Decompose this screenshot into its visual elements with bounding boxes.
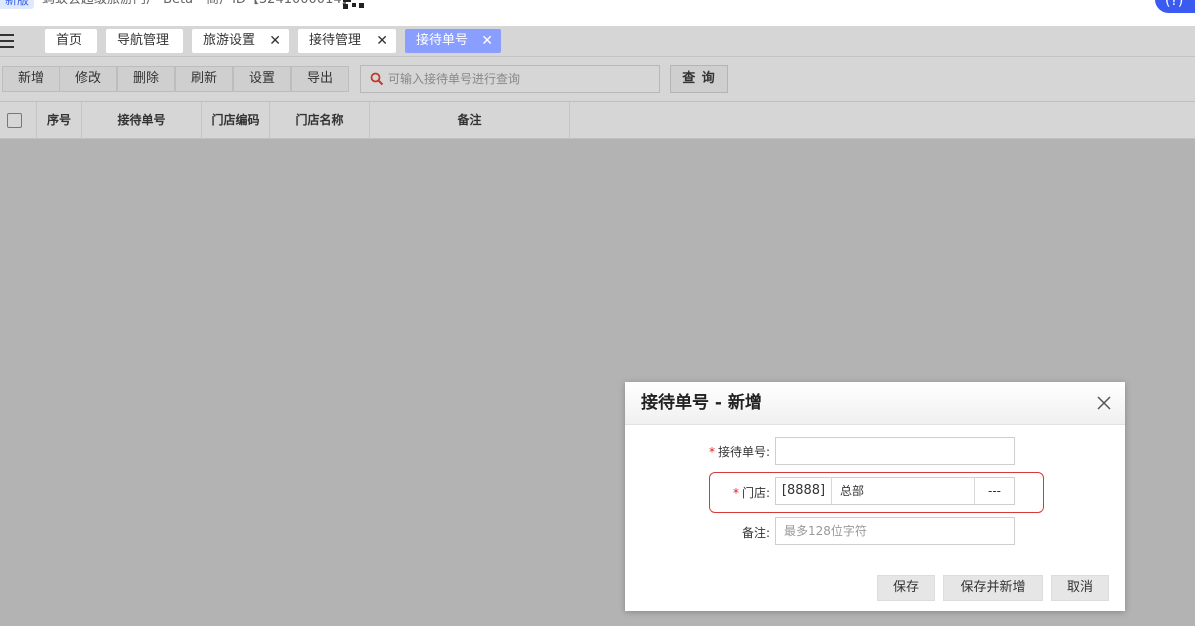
version-badge[interactable]: 新版 bbox=[0, 0, 35, 9]
settings-button[interactable]: 设置 bbox=[233, 66, 291, 92]
save-button[interactable]: 保存 bbox=[877, 575, 935, 601]
query-button[interactable]: 查 询 bbox=[670, 65, 728, 93]
column-header-receipt-no[interactable]: 接待单号 bbox=[82, 102, 202, 139]
column-header-store-name[interactable]: 门店名称 bbox=[270, 102, 370, 139]
refresh-button[interactable]: 刷新 bbox=[175, 66, 233, 92]
store-label-text: 门店: bbox=[741, 486, 770, 500]
cancel-button[interactable]: 取消 bbox=[1051, 575, 1109, 601]
tab-label: 接待单号 bbox=[416, 33, 469, 48]
receipt-no-input[interactable] bbox=[775, 437, 1015, 465]
remark-input[interactable]: 最多128位字符 bbox=[775, 517, 1015, 545]
select-all-checkbox[interactable] bbox=[7, 113, 22, 128]
close-icon[interactable]: ✕ bbox=[481, 29, 493, 53]
search-icon bbox=[370, 72, 384, 86]
help-pill[interactable]: (?) bbox=[1155, 0, 1195, 13]
receipt-no-label: * 接待单号: bbox=[709, 443, 770, 460]
tab-bar: 首页 导航管理 旅游设置 ✕ 接待管理 ✕ 接待单号 ✕ bbox=[0, 26, 1195, 57]
table-header: 序号 接待单号 门店编码 门店名称 备注 bbox=[0, 101, 1195, 139]
tab-nav-manage[interactable]: 导航管理 bbox=[106, 29, 183, 53]
save-and-new-button[interactable]: 保存并新增 bbox=[943, 575, 1043, 601]
toolbar: 新增 修改 删除 刷新 设置 导出 可输入接待单号进行查询 查 询 bbox=[0, 57, 1195, 101]
store-name: 总部 bbox=[840, 484, 865, 498]
search-placeholder: 可输入接待单号进行查询 bbox=[388, 72, 521, 86]
tab-travel-settings[interactable]: 旅游设置 ✕ bbox=[192, 29, 289, 53]
menu-icon[interactable] bbox=[0, 31, 16, 51]
dialog-title: 接待单号 - 新增 bbox=[641, 393, 762, 413]
delete-button[interactable]: 删除 bbox=[117, 66, 175, 92]
add-receipt-dialog: 接待单号 - 新增 * 接待单号: * 门店: [8888] 总部 --- 备注: … bbox=[625, 382, 1125, 611]
export-button[interactable]: 导出 bbox=[291, 66, 349, 92]
tab-label: 旅游设置 bbox=[203, 33, 256, 48]
remark-label: 备注: bbox=[741, 526, 770, 540]
app-header: 新版 蚂蚁会超级旅游门户 Beta - 商户ID【3241000014】 (?) bbox=[0, 0, 1195, 26]
tab-reception-manage[interactable]: 接待管理 ✕ bbox=[298, 29, 396, 53]
dialog-header: 接待单号 - 新增 bbox=[625, 382, 1125, 425]
close-icon[interactable]: ✕ bbox=[269, 29, 281, 53]
required-mark: * bbox=[732, 486, 739, 500]
store-field[interactable]: [8888] 总部 --- bbox=[775, 477, 1015, 505]
remark-placeholder: 最多128位字符 bbox=[784, 524, 867, 538]
close-icon[interactable] bbox=[1095, 394, 1113, 412]
tab-label: 接待管理 bbox=[309, 33, 362, 48]
close-icon[interactable]: ✕ bbox=[376, 29, 388, 53]
select-all-cell bbox=[0, 102, 37, 139]
store-picker-button[interactable]: --- bbox=[974, 478, 1014, 504]
column-header-index[interactable]: 序号 bbox=[37, 102, 82, 139]
add-button[interactable]: 新增 bbox=[2, 66, 60, 92]
store-label: * 门店: bbox=[733, 484, 770, 501]
tab-label: 导航管理 bbox=[117, 33, 170, 48]
qrcode-icon[interactable] bbox=[342, 0, 370, 10]
required-mark: * bbox=[708, 445, 715, 459]
tab-home[interactable]: 首页 bbox=[45, 29, 97, 53]
store-code: [8888] bbox=[776, 478, 832, 504]
edit-button[interactable]: 修改 bbox=[59, 66, 117, 92]
column-header-remark[interactable]: 备注 bbox=[370, 102, 570, 139]
app-title: 蚂蚁会超级旅游门户 Beta - 商户ID【3241000014】 bbox=[42, 0, 355, 9]
column-header-store-code[interactable]: 门店编码 bbox=[202, 102, 270, 139]
receipt-no-label-text: 接待单号: bbox=[717, 445, 770, 459]
search-input[interactable]: 可输入接待单号进行查询 bbox=[360, 65, 660, 93]
tab-reception-number[interactable]: 接待单号 ✕ bbox=[405, 29, 501, 53]
tab-label: 首页 bbox=[56, 33, 83, 48]
